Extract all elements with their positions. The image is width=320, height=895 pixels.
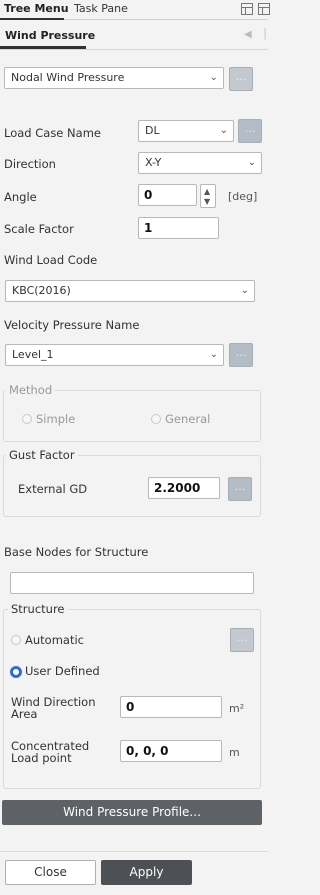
- velocity-pressure-select[interactable]: Level_1 ⌄: [5, 344, 224, 366]
- base-nodes-input[interactable]: [10, 572, 254, 594]
- load-point-unit: m: [229, 746, 240, 759]
- dock-layout-icon[interactable]: [241, 3, 253, 15]
- panel-tab-bar: Tree Menu Task Pane: [0, 0, 270, 20]
- tab-tree-menu[interactable]: Tree Menu: [4, 2, 69, 16]
- concentrated-load-point-input[interactable]: 0, 0, 0: [120, 740, 222, 762]
- velocity-pressure-value: Level_1: [12, 348, 54, 361]
- chevron-down-icon: ⌄: [209, 349, 218, 360]
- angle-unit: [deg]: [228, 190, 258, 203]
- wind-load-code-value: KBC(2016): [12, 284, 71, 297]
- user-defined-label: User Defined: [25, 664, 100, 678]
- chevron-down-icon: ⌄: [247, 157, 256, 168]
- velocity-pressure-label: Velocity Pressure Name: [4, 318, 140, 332]
- wind-pressure-profile-button[interactable]: Wind Pressure Profile...: [2, 800, 262, 825]
- wind-direction-area-label: Wind Direction Area: [11, 696, 96, 720]
- base-nodes-label: Base Nodes for Structure: [4, 545, 149, 559]
- chevron-down-icon[interactable]: ▼: [204, 198, 210, 206]
- load-type-options-button[interactable]: ...: [229, 67, 253, 91]
- wind-load-code-label: Wind Load Code: [4, 253, 98, 267]
- wind-load-code-select[interactable]: KBC(2016) ⌄: [5, 280, 255, 302]
- scale-factor-label: Scale Factor: [4, 222, 74, 236]
- external-gd-input[interactable]: 2.2000: [148, 477, 220, 499]
- user-defined-radio[interactable]: [10, 666, 22, 678]
- active-tab-indicator: [0, 18, 64, 20]
- load-type-select[interactable]: Nodal Wind Pressure ⌄: [4, 67, 224, 89]
- method-general-radio[interactable]: [151, 414, 161, 424]
- velocity-pressure-options-button[interactable]: ...: [229, 343, 253, 367]
- direction-value: X-Y: [145, 156, 162, 169]
- angle-spinner[interactable]: ▲ ▼: [200, 184, 216, 208]
- automatic-label: Automatic: [25, 633, 84, 647]
- float-window-icon[interactable]: [258, 3, 270, 15]
- wind-direction-area-input[interactable]: 0: [120, 696, 222, 718]
- panel-header: Wind Pressure ◀ │: [0, 22, 268, 50]
- method-general-label: General: [165, 412, 211, 426]
- direction-select[interactable]: X-Y ⌄: [138, 152, 262, 174]
- tab-task-pane[interactable]: Task Pane: [74, 2, 128, 16]
- footer-divider: [0, 851, 268, 852]
- collapse-right-icon[interactable]: │: [262, 29, 268, 40]
- method-simple-label: Simple: [36, 412, 76, 426]
- load-case-select[interactable]: DL ⌄: [138, 120, 234, 142]
- collapse-left-icon[interactable]: ◀: [244, 29, 252, 40]
- concentrated-load-point-label-line2: Load point: [11, 751, 72, 765]
- angle-input[interactable]: 0: [138, 184, 197, 206]
- concentrated-load-point-label: Concentrated Load point: [11, 740, 89, 764]
- close-button[interactable]: Close: [5, 860, 96, 885]
- direction-label: Direction: [4, 157, 56, 171]
- gust-factor-options-button[interactable]: ...: [228, 477, 252, 501]
- load-case-options-button[interactable]: ...: [238, 119, 262, 143]
- area-unit: m²: [229, 702, 245, 715]
- wind-direction-area-label-line2: Area: [11, 707, 38, 721]
- load-case-value: DL: [145, 124, 160, 137]
- load-type-value: Nodal Wind Pressure: [11, 71, 125, 84]
- external-gd-label: External GD: [18, 482, 88, 496]
- method-simple-radio[interactable]: [22, 414, 32, 424]
- chevron-up-icon[interactable]: ▲: [204, 188, 210, 196]
- structure-legend: Structure: [8, 602, 68, 616]
- angle-label: Angle: [4, 190, 37, 204]
- page-title: Wind Pressure: [5, 29, 96, 42]
- chevron-down-icon: ⌄: [240, 285, 249, 296]
- apply-button[interactable]: Apply: [101, 860, 192, 885]
- gust-factor-legend: Gust Factor: [6, 448, 78, 462]
- load-case-label: Load Case Name: [4, 126, 101, 140]
- header-underline: [0, 46, 86, 49]
- automatic-radio[interactable]: [11, 635, 21, 645]
- scale-factor-input[interactable]: 1: [138, 217, 219, 239]
- chevron-down-icon: ⌄: [219, 125, 228, 136]
- chevron-down-icon: ⌄: [209, 72, 218, 83]
- method-legend: Method: [6, 383, 56, 397]
- automatic-options-button[interactable]: ...: [230, 628, 254, 652]
